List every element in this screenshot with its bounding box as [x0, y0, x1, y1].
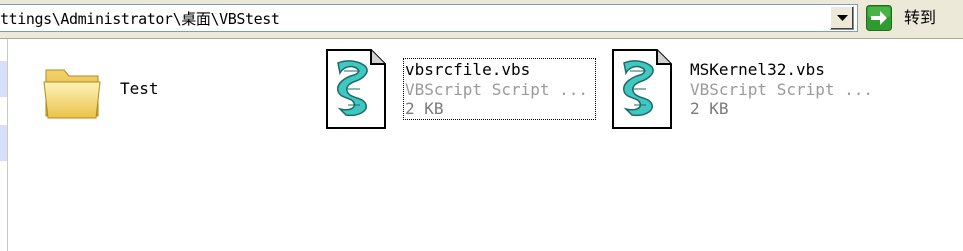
file-type: VBScript Script ...: [690, 80, 874, 99]
go-label: 转到: [904, 8, 937, 27]
chevron-down-icon: [837, 15, 848, 21]
green-arrow-right-icon: [866, 5, 892, 31]
pane-divider: [7, 39, 8, 251]
address-path[interactable]: ttings\Administrator\桌面\VBStest: [0, 10, 280, 28]
explorer-window: ttings\Administrator\桌面\VBStest 转到 Test …: [0, 0, 963, 251]
address-dropdown-button[interactable]: [830, 6, 854, 30]
go-button[interactable]: 转到: [864, 4, 960, 32]
file-name: vbsrcfile.vbs: [405, 60, 531, 79]
file-name: MSKernel32.vbs: [690, 60, 825, 79]
address-bar-strip: ttings\Administrator\桌面\VBStest 转到: [0, 0, 963, 39]
file-name: Test: [120, 79, 159, 98]
file-size: 2 KB: [690, 99, 729, 118]
left-task-pane-edge: [0, 39, 8, 251]
folder-icon: [43, 69, 101, 119]
vbscript-file-icon: [326, 49, 386, 129]
file-size: 2 KB: [405, 99, 444, 118]
address-input[interactable]: ttings\Administrator\桌面\VBStest: [0, 4, 858, 32]
vbscript-file-icon: [612, 49, 672, 129]
file-type: VBScript Script ...: [405, 80, 589, 99]
